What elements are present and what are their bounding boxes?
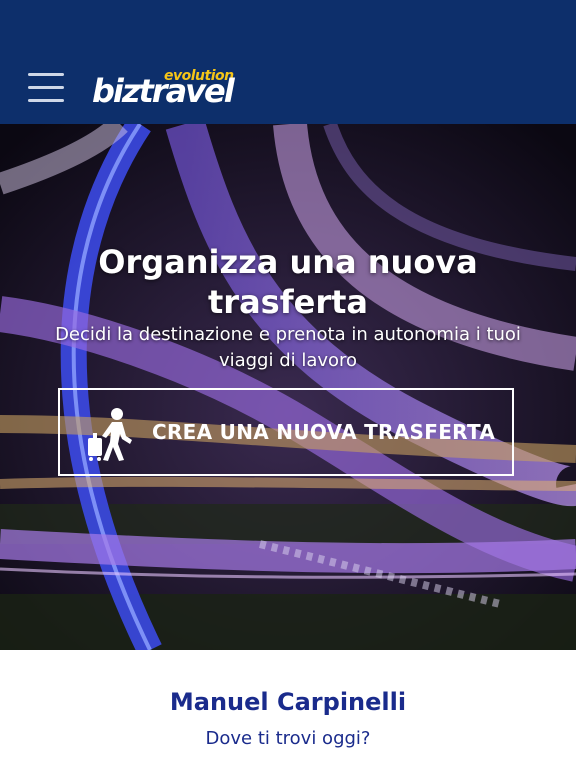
logo-biztravel-text: biztravel (92, 72, 235, 110)
highway-night-background (0, 124, 576, 650)
create-trip-label: CREA UNA NUOVA TRASFERTA (152, 420, 496, 444)
location-question[interactable]: Dove ti trovi oggi? (0, 728, 576, 749)
hero-title: Organizza una nuova trasferta (98, 243, 478, 321)
user-greeting: Manuel Carpinelli Dove ti trovi oggi? (0, 650, 576, 768)
status-bar (0, 0, 576, 50)
create-trip-button[interactable]: CREA UNA NUOVA TRASFERTA (58, 388, 514, 476)
user-name: Manuel Carpinelli (169, 688, 407, 716)
hero-banner: Organizza una nuova trasferta Decidi la … (0, 124, 576, 650)
traveler-with-suitcase-icon (88, 408, 132, 461)
biztravel-logo[interactable]: evolution biztravel (92, 66, 252, 112)
hero-subtitle: Decidi la destinazione e prenota in auto… (55, 324, 521, 371)
app-header: evolution biztravel (0, 50, 576, 124)
hamburger-menu-icon[interactable] (28, 73, 64, 103)
